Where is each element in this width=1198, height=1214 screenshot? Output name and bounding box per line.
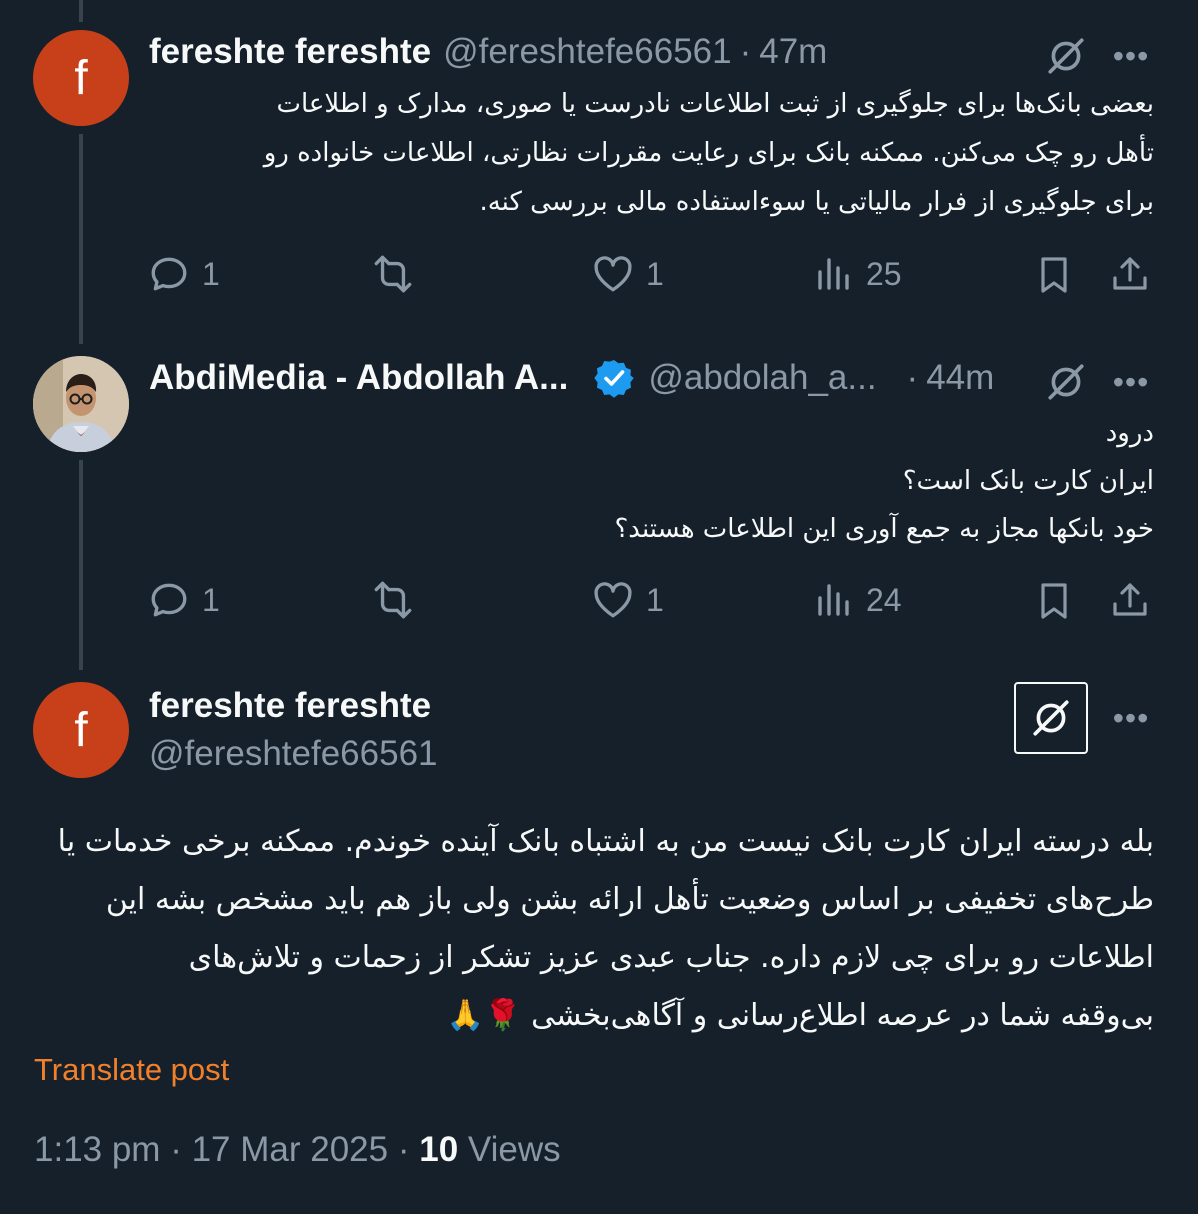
thread-line-2 — [79, 460, 83, 670]
grok-button[interactable] — [1014, 682, 1088, 754]
bookmark-icon — [1034, 253, 1074, 297]
views-chart-icon — [814, 253, 854, 295]
like-count: 1 — [646, 581, 664, 618]
heart-icon — [592, 253, 634, 295]
reply-count: 1 — [202, 255, 220, 292]
share-button[interactable] — [1110, 253, 1150, 295]
verified-badge-icon — [594, 360, 635, 398]
repost-button[interactable] — [370, 253, 416, 295]
handle[interactable]: @abdolah_a... — [648, 358, 876, 398]
post-text: بعضی بانک‌ها برای جلوگیری از ثبت اطلاعات… — [263, 89, 1154, 217]
post-time[interactable]: 1:13 pm — [34, 1130, 160, 1169]
grok-slash-icon[interactable] — [1044, 360, 1088, 404]
timestamp[interactable]: 44m — [926, 358, 994, 398]
repost-button[interactable] — [370, 579, 416, 621]
repost-icon — [370, 253, 416, 295]
timestamp[interactable]: 47m — [759, 32, 827, 72]
like-button[interactable]: 1 — [592, 579, 664, 621]
post-text: بله درسته ایران کارت بانک نیست من به اشت… — [57, 824, 1154, 1033]
like-button[interactable]: 1 — [592, 253, 664, 295]
thread-line-1 — [79, 134, 83, 344]
reply-count: 1 — [202, 581, 220, 618]
views-button[interactable]: 25 — [814, 253, 902, 295]
share-button[interactable] — [1110, 579, 1150, 621]
post-text: درود ایران کارت بانک است؟ خود بانکها مجا… — [614, 418, 1155, 544]
avatar[interactable]: f — [33, 682, 129, 778]
translate-post-link[interactable]: Translate post — [34, 1052, 229, 1088]
post-meta: 1:13 pm · 17 Mar 2025 · 10 Views — [34, 1130, 561, 1170]
display-name[interactable]: fereshte fereshte — [149, 686, 431, 726]
post-header: AbdiMedia - Abdollah A... @abdolah_a... … — [149, 358, 994, 398]
display-name[interactable]: fereshte fereshte — [149, 32, 431, 72]
share-icon — [1110, 579, 1150, 621]
grok-slash-icon — [1030, 697, 1072, 739]
reply-button[interactable]: 1 — [148, 579, 220, 621]
action-bar: 1 1 24 — [148, 579, 1154, 629]
separator: · — [170, 1130, 182, 1169]
reply-button[interactable]: 1 — [148, 253, 220, 295]
views-chart-icon — [814, 579, 854, 621]
bookmark-button[interactable] — [1034, 253, 1074, 297]
thread-line-top — [79, 0, 83, 22]
more-horizontal-icon[interactable]: ••• — [1106, 364, 1156, 400]
reply-icon — [148, 253, 190, 295]
profile-photo-icon — [33, 356, 129, 452]
display-name-row: fereshte fereshte — [149, 686, 431, 726]
view-count: 24 — [866, 581, 902, 618]
separator: · — [739, 32, 752, 71]
separator: · — [906, 358, 919, 397]
post-date[interactable]: 17 Mar 2025 — [192, 1130, 389, 1169]
handle-row: @fereshtefe66561 — [149, 734, 438, 774]
more-horizontal-icon[interactable]: ••• — [1106, 38, 1156, 74]
share-icon — [1110, 253, 1150, 295]
post-header: fereshte fereshte @fereshtefe66561 · 47m — [149, 32, 827, 72]
view-count: 25 — [866, 255, 902, 292]
views-count: 10 — [419, 1130, 459, 1169]
bookmark-icon — [1034, 579, 1074, 623]
avatar[interactable] — [33, 356, 129, 452]
grok-slash-icon[interactable] — [1044, 34, 1088, 78]
separator: · — [397, 1130, 410, 1169]
like-count: 1 — [646, 255, 664, 292]
repost-icon — [370, 579, 416, 621]
heart-icon — [592, 579, 634, 621]
avatar-letter: f — [74, 703, 88, 757]
handle[interactable]: @fereshtefe66561 — [443, 32, 732, 72]
action-bar: 1 1 25 — [148, 253, 1154, 303]
display-name[interactable]: AbdiMedia - Abdollah A... — [149, 358, 568, 398]
views-button[interactable]: 24 — [814, 579, 902, 621]
avatar[interactable]: f — [33, 30, 129, 126]
handle[interactable]: @fereshtefe66561 — [149, 734, 438, 774]
more-horizontal-icon[interactable]: ••• — [1106, 700, 1156, 736]
bookmark-button[interactable] — [1034, 579, 1074, 623]
views-label: Views — [467, 1130, 561, 1169]
avatar-letter: f — [74, 51, 88, 105]
reply-icon — [148, 579, 190, 621]
